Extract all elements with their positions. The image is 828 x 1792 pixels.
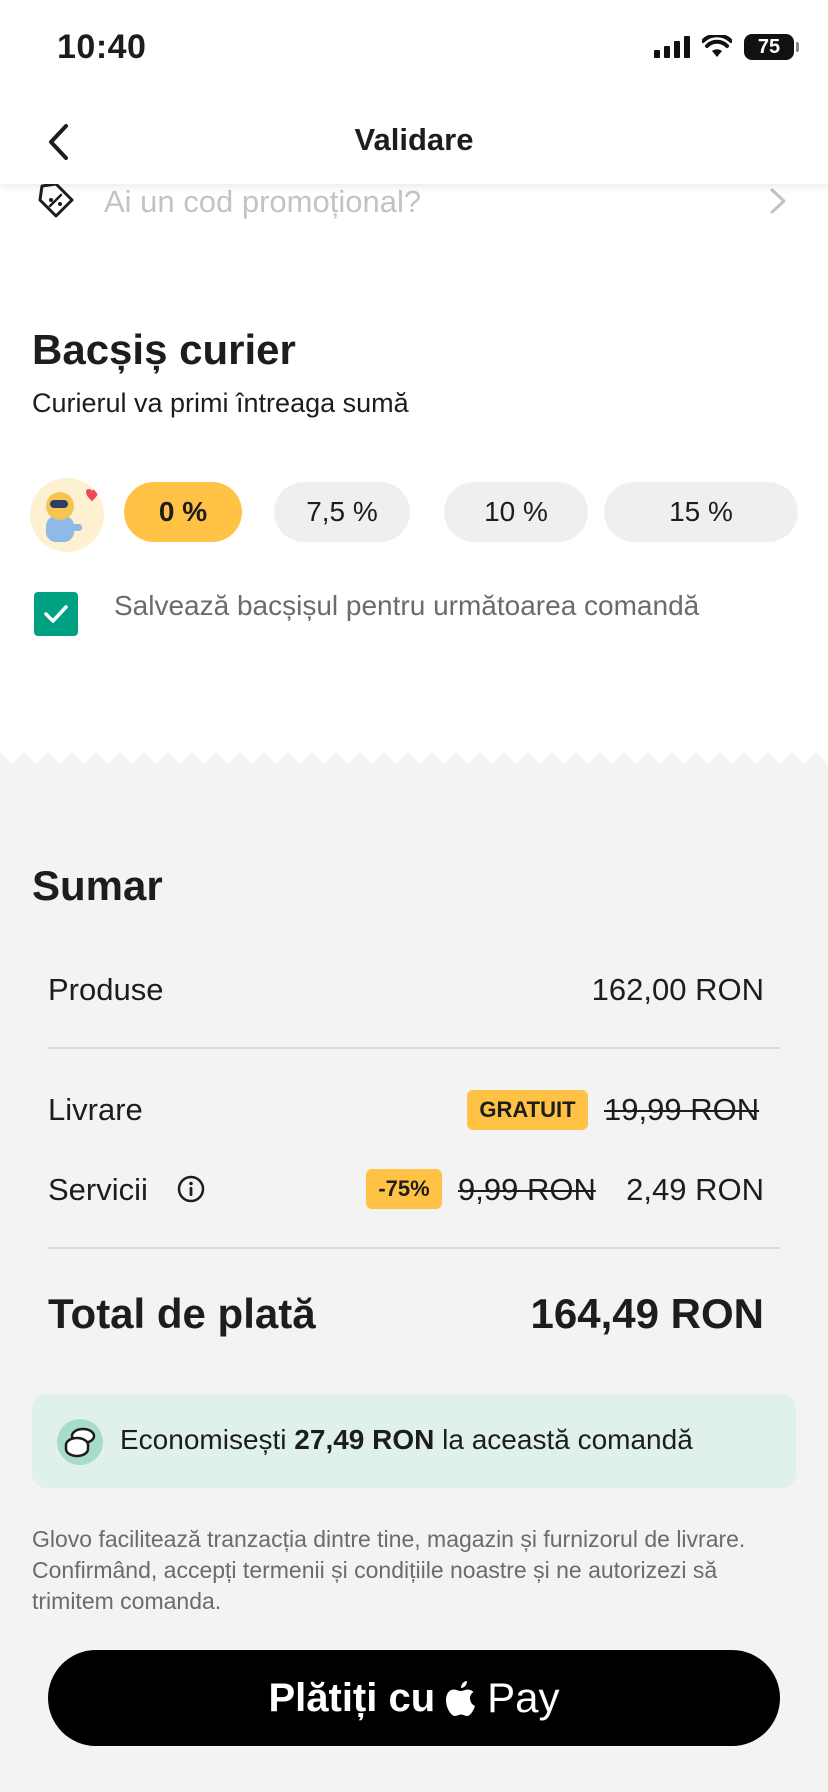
pay-button-label: Plătiți cu: [268, 1675, 436, 1720]
tip-option-7-5[interactable]: 7,5 %: [274, 482, 410, 542]
apple-pay-button[interactable]: Plătiți cu Pay: [48, 1650, 780, 1746]
receipt-zigzag-edge: [0, 742, 828, 766]
status-icons: 75: [654, 34, 799, 60]
top-navigation-bar: Validare: [0, 100, 828, 184]
summary-divider: [48, 1247, 780, 1249]
pay-brand-label: Pay: [487, 1674, 560, 1721]
tip-option-10[interactable]: 10 %: [444, 482, 588, 542]
status-bar: 10:40 75: [0, 0, 828, 100]
coins-icon: [57, 1419, 103, 1465]
chevron-right-icon: [770, 188, 786, 214]
free-delivery-badge: GRATUIT: [467, 1090, 588, 1130]
products-value: 162,00 RON: [591, 972, 764, 1007]
delivery-label: Livrare: [48, 1092, 143, 1127]
promo-code-row[interactable]: Ai un cod promoțional?: [0, 182, 828, 232]
page-title: Validare: [354, 122, 474, 157]
savings-prefix: Economisești: [120, 1424, 287, 1455]
apple-logo-icon: [446, 1681, 476, 1716]
products-label: Produse: [48, 972, 164, 1007]
status-time: 10:40: [57, 28, 147, 66]
services-old-price: 9,99 RON: [458, 1172, 596, 1207]
services-label: Servicii: [48, 1172, 148, 1207]
promo-tag-icon: [38, 182, 74, 218]
info-icon[interactable]: [176, 1174, 206, 1204]
delivery-old-price: 19,99 RON: [604, 1092, 760, 1127]
savings-suffix: la această comandă: [442, 1424, 693, 1455]
battery-icon: 75: [744, 34, 799, 60]
total-label: Total de plată: [48, 1290, 316, 1337]
services-value: 2,49 RON: [626, 1172, 764, 1207]
save-tip-row: Salvează bacșișul pentru următoarea coma…: [32, 586, 802, 636]
cellular-signal-icon: [654, 36, 690, 58]
tip-options-row: 0 % 7,5 % 10 % 15 %: [30, 476, 800, 552]
services-discount-badge: -75%: [366, 1169, 442, 1209]
courier-avatar: [30, 478, 104, 552]
tip-section-subtitle: Curierul va primi întreaga sumă: [32, 388, 409, 418]
wifi-icon: [702, 35, 732, 57]
tip-option-15[interactable]: 15 %: [604, 482, 798, 542]
summary-divider: [48, 1047, 780, 1049]
savings-amount: 27,49 RON: [294, 1424, 435, 1455]
checkout-options-section: Ai un cod promoțional? Bacșiș curier Cur…: [0, 182, 828, 764]
checkmark-icon: [44, 605, 68, 623]
summary-title: Sumar: [32, 862, 163, 909]
tip-option-0[interactable]: 0 %: [124, 482, 242, 542]
save-tip-label: Salvează bacșișul pentru următoarea coma…: [114, 590, 700, 621]
total-value: 164,49 RON: [530, 1290, 764, 1337]
legal-disclaimer: Glovo facilitează tranzacția dintre tine…: [32, 1526, 746, 1614]
savings-banner: Economisești 27,49 RON la această comand…: [32, 1394, 796, 1488]
tip-section-title: Bacșiș curier: [32, 326, 296, 373]
savings-text: Economisești 27,49 RON la această comand…: [120, 1424, 693, 1456]
save-tip-checkbox[interactable]: [34, 592, 78, 636]
promo-code-placeholder: Ai un cod promoțional?: [104, 184, 422, 219]
